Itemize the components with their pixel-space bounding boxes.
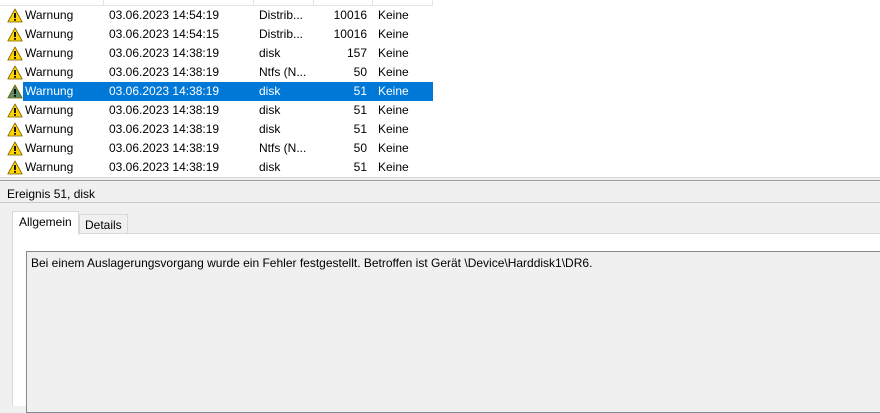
warning-triangle-icon xyxy=(7,46,23,61)
table-row[interactable]: Warnung 03.06.2023 14:38:19 disk 51 Keine xyxy=(0,158,433,177)
warning-triangle-icon xyxy=(7,65,23,80)
column-separator[interactable] xyxy=(372,0,373,5)
cell-level: Warnung xyxy=(25,141,74,155)
cell-task-category: Keine xyxy=(378,46,409,60)
event-rows: Warnung 03.06.2023 14:54:19 Distrib... 1001… xyxy=(0,6,433,177)
cell-date-time: 03.06.2023 14:38:19 xyxy=(109,122,220,136)
table-row[interactable]: Warnung 03.06.2023 14:38:19 disk 51 Keine xyxy=(0,82,433,101)
cell-task-category: Keine xyxy=(378,160,409,174)
title-divider xyxy=(0,202,880,203)
column-separator[interactable] xyxy=(103,0,104,5)
cell-event-id: 51 xyxy=(353,103,367,117)
cell-date-time: 03.06.2023 14:54:19 xyxy=(109,8,220,22)
event-message-box[interactable]: Bei einem Auslagerungsvorgang wurde ein … xyxy=(26,251,880,413)
warning-triangle-icon xyxy=(7,27,23,42)
column-separator[interactable] xyxy=(432,0,433,5)
cell-source: Ntfs (N... xyxy=(259,141,307,155)
cell-date-time: 03.06.2023 14:38:19 xyxy=(109,103,220,117)
cell-date-time: 03.06.2023 14:38:19 xyxy=(109,46,220,60)
cell-event-id: 10016 xyxy=(333,27,367,41)
cell-source: Distrib... xyxy=(259,27,304,41)
cell-date-time: 03.06.2023 14:38:19 xyxy=(109,160,220,174)
table-row[interactable]: Warnung 03.06.2023 14:38:19 Ntfs (N... 50 Ke… xyxy=(0,63,433,82)
cell-date-time: 03.06.2023 14:38:19 xyxy=(109,65,220,79)
cell-level: Warnung xyxy=(25,46,74,60)
tab-details[interactable]: Details xyxy=(79,214,128,235)
cell-source: Distrib... xyxy=(259,8,304,22)
cell-level: Warnung xyxy=(25,27,74,41)
cell-level: Warnung xyxy=(25,160,74,174)
cell-task-category: Keine xyxy=(378,27,409,41)
cell-source: disk xyxy=(259,84,281,98)
cell-level: Warnung xyxy=(25,8,74,22)
cell-event-id: 157 xyxy=(346,46,367,60)
warning-triangle-icon xyxy=(7,141,23,156)
column-separator[interactable] xyxy=(313,0,314,5)
cell-event-id: 51 xyxy=(353,122,367,136)
cell-source: disk xyxy=(259,122,281,136)
cell-date-time: 03.06.2023 14:54:15 xyxy=(109,27,220,41)
table-row[interactable]: Warnung 03.06.2023 14:54:19 Distrib... 1001… xyxy=(0,6,433,25)
cell-source: disk xyxy=(259,160,281,174)
column-separator[interactable] xyxy=(253,0,254,5)
cell-level: Warnung xyxy=(25,103,74,117)
cell-task-category: Keine xyxy=(378,65,409,79)
table-row[interactable]: Warnung 03.06.2023 14:38:19 disk 51 Keine xyxy=(0,101,433,120)
warning-triangle-icon xyxy=(7,122,23,137)
cell-level: Warnung xyxy=(25,122,74,136)
cell-event-id: 50 xyxy=(353,65,367,79)
cell-event-id: 50 xyxy=(353,141,367,155)
cell-date-time: 03.06.2023 14:38:19 xyxy=(109,141,220,155)
table-row[interactable]: Warnung 03.06.2023 14:38:19 Ntfs (N... 50 Ke… xyxy=(0,139,433,158)
cell-source: Ntfs (N... xyxy=(259,65,307,79)
cell-date-time: 03.06.2023 14:38:19 xyxy=(109,84,220,98)
cell-level: Warnung xyxy=(25,65,74,79)
warning-triangle-icon xyxy=(7,84,23,99)
row-selection-highlight xyxy=(23,82,433,101)
warning-triangle-icon xyxy=(7,103,23,118)
cell-task-category: Keine xyxy=(378,141,409,155)
cell-task-category: Keine xyxy=(378,84,409,98)
cell-source: disk xyxy=(259,103,281,117)
table-row[interactable]: Warnung 03.06.2023 14:38:19 disk 157 Keine xyxy=(0,44,433,63)
tab-content-general: Bei einem Auslagerungsvorgang wurde ein … xyxy=(12,233,880,413)
warning-triangle-icon xyxy=(7,160,23,175)
event-details-pane: Ereignis 51, disk Allgemein Details Bei … xyxy=(0,180,880,413)
event-list[interactable]: Warnung 03.06.2023 14:54:19 Distrib... 1001… xyxy=(0,0,880,177)
table-row[interactable]: Warnung 03.06.2023 14:54:15 Distrib... 1001… xyxy=(0,25,433,44)
cell-level: Warnung xyxy=(25,84,74,98)
event-message-text: Bei einem Auslagerungsvorgang wurde ein … xyxy=(31,256,593,270)
cell-event-id: 10016 xyxy=(333,8,367,22)
cell-task-category: Keine xyxy=(378,8,409,22)
tab-general[interactable]: Allgemein xyxy=(12,211,79,235)
cell-event-id: 51 xyxy=(353,84,367,98)
cell-task-category: Keine xyxy=(378,122,409,136)
cell-source: disk xyxy=(259,46,281,60)
cell-event-id: 51 xyxy=(353,160,367,174)
event-details-title: Ereignis 51, disk xyxy=(7,187,96,201)
table-row[interactable]: Warnung 03.06.2023 14:38:19 disk 51 Keine xyxy=(0,120,433,139)
warning-triangle-icon xyxy=(7,8,23,23)
cell-task-category: Keine xyxy=(378,103,409,117)
